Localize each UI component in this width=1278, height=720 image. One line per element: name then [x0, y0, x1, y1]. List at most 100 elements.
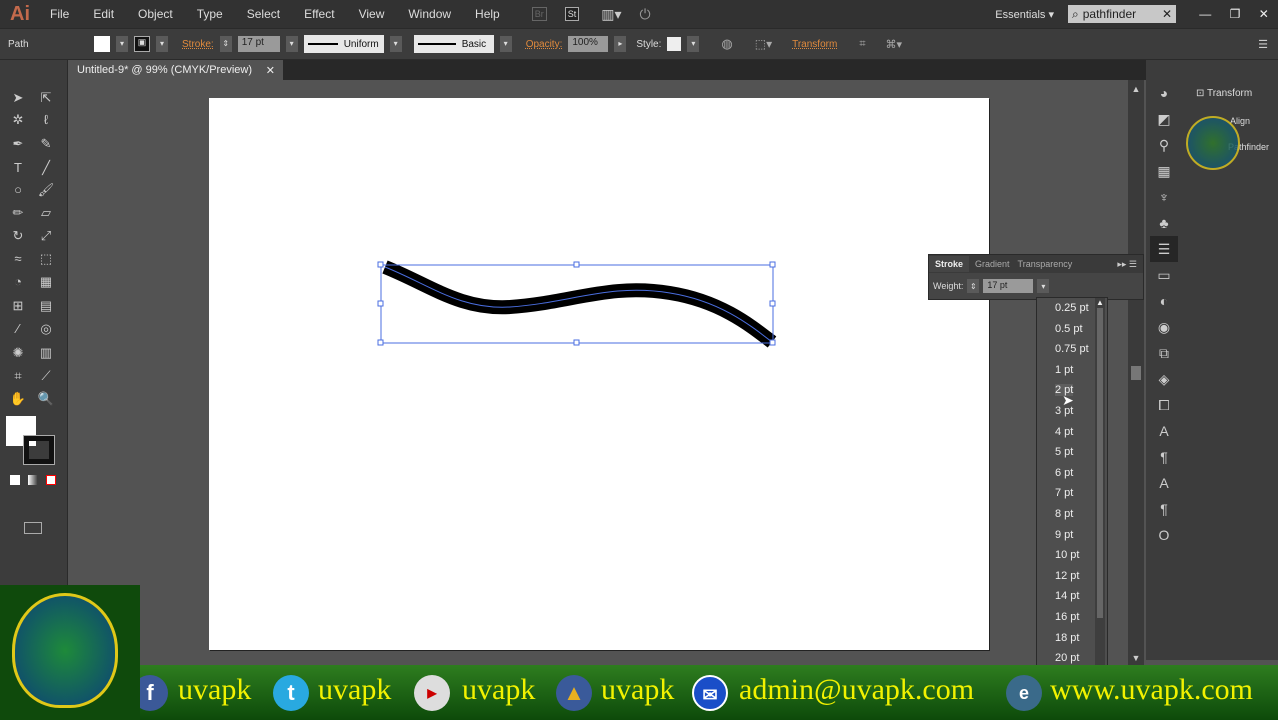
brush-dropdown[interactable]: ▾: [499, 36, 512, 52]
tab-gradient[interactable]: Gradient: [969, 256, 1016, 272]
clear-search-icon[interactable]: ✕: [1162, 7, 1172, 21]
weight-option[interactable]: 16 pt: [1055, 611, 1079, 623]
workspace-switcher[interactable]: Essentials ▾: [995, 8, 1054, 21]
close-button[interactable]: ✕: [1259, 7, 1269, 21]
artboards-icon[interactable]: ⧠: [1150, 392, 1178, 418]
weight-option[interactable]: 14 pt: [1055, 590, 1079, 602]
opacity-field[interactable]: 100%: [568, 36, 609, 52]
scroll-up-arrow[interactable]: ▲: [1128, 84, 1144, 94]
vertical-scrollbar[interactable]: ▲ ▼: [1128, 80, 1144, 665]
menu-select[interactable]: Select: [235, 7, 292, 21]
scroll-thumb[interactable]: [1131, 366, 1141, 380]
ellipse-tool-icon[interactable]: ○: [8, 180, 28, 200]
curvature-icon[interactable]: ✎: [36, 134, 56, 154]
stroke-color-box[interactable]: [23, 435, 55, 465]
shape-builder-icon[interactable]: ◔: [8, 272, 28, 292]
type-tool-icon[interactable]: T: [8, 158, 28, 178]
zoom-tool-icon[interactable]: 🔍: [36, 389, 56, 409]
weight-option[interactable]: 9 pt: [1055, 529, 1073, 541]
weight-option[interactable]: 4 pt: [1055, 426, 1073, 438]
blend-tool-icon[interactable]: ◎: [36, 319, 56, 339]
stock-button[interactable]: St: [564, 7, 580, 21]
stroke-weight-field[interactable]: 17 pt: [237, 36, 280, 52]
line-tool-icon[interactable]: ╱: [36, 158, 56, 178]
stroke-label[interactable]: Stroke:: [182, 39, 214, 50]
artboard[interactable]: [209, 98, 989, 650]
warp-tool-icon[interactable]: ≈: [8, 249, 28, 269]
magic-wand-icon[interactable]: ✲: [8, 110, 28, 130]
restore-button[interactable]: ❐: [1230, 7, 1241, 21]
weight-dropdown[interactable]: ▾: [1037, 279, 1050, 293]
gradient-panel-icon[interactable]: ▭: [1150, 262, 1178, 288]
scroll-down-arrow[interactable]: ▼: [1128, 653, 1144, 663]
weight-option[interactable]: 1 pt: [1055, 364, 1073, 376]
list-scrollbar[interactable]: ▲: [1095, 298, 1105, 666]
menu-file[interactable]: File: [38, 7, 81, 21]
weight-option[interactable]: 0.25 pt: [1055, 302, 1089, 314]
character-styles-icon[interactable]: A: [1150, 418, 1178, 444]
character-icon[interactable]: A: [1150, 470, 1178, 496]
recolor-icon[interactable]: ◍: [721, 36, 732, 52]
graph-tool-icon[interactable]: ▥: [36, 343, 56, 363]
opentype-icon[interactable]: O: [1150, 522, 1178, 548]
menu-help[interactable]: Help: [463, 7, 512, 21]
selection-tool-icon[interactable]: ➤: [8, 88, 28, 108]
weight-option[interactable]: 20 pt: [1055, 652, 1079, 664]
transform-link[interactable]: Transform: [792, 39, 837, 50]
sync-icon[interactable]: ⏻: [640, 6, 651, 23]
stroke-swatch[interactable]: ▣: [134, 36, 150, 52]
symbol-sprayer-icon[interactable]: ✺: [8, 343, 28, 363]
brushes-icon[interactable]: ♆: [1150, 184, 1178, 210]
hand-tool-icon[interactable]: ✋: [8, 389, 28, 409]
mesh-tool-icon[interactable]: ⊞: [8, 296, 28, 316]
style-dropdown[interactable]: ▾: [687, 36, 700, 52]
appearance-icon[interactable]: ◉: [1150, 314, 1178, 340]
weight-option[interactable]: 5 pt: [1055, 446, 1073, 458]
menu-edit[interactable]: Edit: [81, 7, 126, 21]
isolate-icon[interactable]: ⌗: [859, 38, 865, 51]
variable-width-profile[interactable]: Uniform: [303, 35, 384, 53]
panel-menu-icon[interactable]: ☰: [1258, 38, 1268, 51]
perspective-grid-icon[interactable]: ▦: [36, 272, 56, 292]
bridge-button[interactable]: Br: [531, 7, 547, 21]
panel-options-icon[interactable]: ▸▸ ☰: [1111, 259, 1143, 270]
transparency-icon[interactable]: ◐: [1150, 288, 1178, 314]
weight-option[interactable]: 12 pt: [1055, 570, 1079, 582]
slice-tool-icon[interactable]: ⟋: [36, 366, 56, 386]
profile-dropdown[interactable]: ▾: [389, 36, 402, 52]
direct-selection-tool-icon[interactable]: ⇱: [36, 88, 56, 108]
weight-option[interactable]: 0.75 pt: [1055, 343, 1089, 355]
weight-option[interactable]: 8 pt: [1055, 508, 1073, 520]
scale-tool-icon[interactable]: ⤢: [36, 226, 56, 246]
minimize-button[interactable]: —: [1199, 7, 1211, 21]
color-mode-icon[interactable]: [10, 475, 20, 485]
weight-option[interactable]: 18 pt: [1055, 632, 1079, 644]
swatches-icon[interactable]: ▦: [1150, 158, 1178, 184]
tab-transparency[interactable]: Transparency: [1016, 256, 1090, 272]
paragraph-icon[interactable]: ¶: [1150, 496, 1178, 522]
stroke-color-dropdown[interactable]: ▾: [156, 36, 168, 52]
paintbrush-icon[interactable]: 🖌: [36, 180, 56, 200]
menu-view[interactable]: View: [347, 7, 397, 21]
paragraph-styles-icon[interactable]: ¶: [1150, 444, 1178, 470]
document-tab[interactable]: Untitled-9* @ 99% (CMYK/Preview) ✕: [68, 60, 283, 80]
pencil-icon[interactable]: ✏: [8, 203, 28, 223]
opacity-label[interactable]: Opacity:: [526, 39, 563, 50]
gradient-mode-icon[interactable]: [28, 475, 38, 485]
none-mode-icon[interactable]: [46, 475, 56, 485]
symbols-icon[interactable]: ♣: [1150, 210, 1178, 236]
selected-wave-path[interactable]: [370, 255, 790, 355]
graphic-styles-icon[interactable]: ⧉: [1150, 340, 1178, 366]
eyedropper-icon[interactable]: ⁄: [8, 319, 28, 339]
gradient-tool-icon[interactable]: ▤: [36, 296, 56, 316]
screen-mode-icon[interactable]: [24, 522, 42, 534]
pen-tool-icon[interactable]: ✒: [8, 134, 28, 154]
opacity-arrow[interactable]: ▸: [614, 36, 627, 52]
lasso-icon[interactable]: ℓ: [36, 110, 56, 130]
weight-option[interactable]: 0.5 pt: [1055, 323, 1083, 335]
transform-panel-tab[interactable]: ⊡ Transform: [1196, 88, 1252, 99]
free-transform-icon[interactable]: ⬚: [36, 249, 56, 269]
close-tab-icon[interactable]: ✕: [266, 64, 275, 77]
arrange-documents-icon[interactable]: ▥▾: [601, 6, 621, 23]
kuler-icon[interactable]: ⚲: [1150, 132, 1178, 158]
